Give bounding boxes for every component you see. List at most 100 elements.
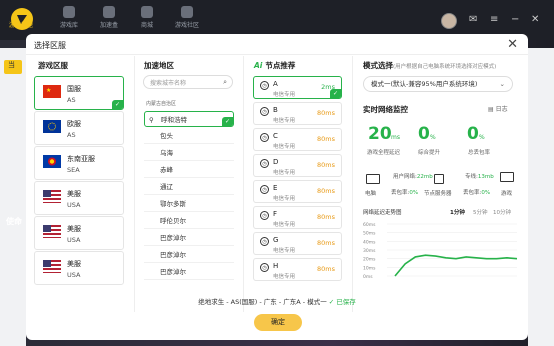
avatar[interactable] — [441, 13, 457, 29]
side-panel-left — [0, 48, 26, 346]
tab-game-library[interactable]: 游戏库 — [52, 6, 86, 29]
usa-flag-icon — [43, 260, 61, 273]
server-code: AS — [67, 131, 76, 139]
region-item[interactable]: 通辽 — [144, 179, 234, 195]
server-code: SEA — [67, 166, 80, 174]
y-tick-label: 20ms — [363, 257, 376, 263]
province-caption: 内蒙古自治区 — [146, 101, 177, 107]
node-badge-icon: ◷ — [260, 159, 269, 168]
menu-icon[interactable]: ≡ — [490, 14, 498, 25]
node-latency: 80ms — [317, 135, 335, 143]
server-item-cn[interactable]: ★ 国服 AS ✓ — [34, 76, 124, 110]
china-flag-icon: ★ — [43, 85, 61, 98]
usa-flag-icon — [43, 190, 61, 203]
server-icon — [434, 174, 444, 184]
node-sub: 电信专用 — [273, 222, 296, 228]
game-title-partial: 使命 — [6, 217, 22, 226]
node-letter: E — [273, 184, 278, 192]
server-item-us[interactable]: 美服 USA — [34, 251, 124, 285]
loss-label: 丢包率: — [463, 190, 482, 196]
tab-game-boost[interactable]: 游戏加速 — [4, 6, 38, 29]
region-item[interactable]: ⚲ 呼和浩特 ✓ — [144, 111, 234, 127]
user-network: 用户网络:22mb — [393, 172, 433, 180]
node-letter: H — [273, 262, 279, 270]
gamepad-icon — [63, 6, 75, 18]
node-item[interactable]: ◷ C 电信专用 80ms — [253, 128, 342, 151]
node-item[interactable]: ◷ F 电信专用 80ms — [253, 206, 342, 229]
region-name: 呼和浩特 — [161, 116, 187, 124]
server-name: 东南亚服 — [67, 155, 95, 163]
node-item[interactable]: ◷ E 电信专用 80ms — [253, 180, 342, 203]
check-icon: ✓ — [112, 100, 123, 109]
game-label: 游戏 — [501, 191, 513, 197]
region-item[interactable]: 赤峰 — [144, 162, 234, 178]
region-search-input[interactable]: 搜索城市名称 ⌕ — [143, 75, 233, 89]
node-item[interactable]: ◷ G 电信专用 80ms — [253, 232, 342, 255]
dialog-title: 选择区服 — [34, 41, 66, 50]
mode-select[interactable]: 模式一(默认-兼容95%用户系统环境) ⌄ — [363, 76, 513, 92]
server-item-sea[interactable]: 东南亚服 SEA — [34, 146, 124, 180]
server-code: USA — [67, 236, 81, 244]
column-divider — [134, 56, 135, 312]
node-letter: A — [273, 80, 278, 88]
range-tab[interactable]: 5分钟 — [473, 208, 488, 216]
node-sub: 电信专用 — [273, 170, 296, 176]
region-item[interactable]: 鄂尔多斯 — [144, 196, 234, 212]
column-divider — [352, 56, 353, 312]
node-item[interactable]: ◷ B 电信专用 80ms — [253, 102, 342, 125]
close-icon[interactable]: ✕ — [507, 37, 518, 52]
chart-title: 网络延迟走势图 — [363, 210, 402, 216]
region-name: 巴彦淖尔 — [160, 268, 186, 276]
range-tab[interactable]: 10分钟 — [493, 208, 511, 216]
quick-button[interactable]: 当 — [4, 60, 22, 74]
packet-loss-label: 总丢包率 — [468, 150, 491, 156]
side-panel-right — [528, 48, 554, 346]
improvement-unit: % — [430, 134, 436, 141]
region-item[interactable]: 包头 — [144, 128, 234, 144]
node-letter: F — [273, 210, 278, 218]
minimize-icon[interactable]: − — [511, 14, 519, 25]
confirm-button[interactable]: 确定 — [254, 314, 302, 331]
server-item-us[interactable]: 美服 USA — [34, 216, 124, 250]
node-latency: 80ms — [317, 161, 335, 169]
tab-shop[interactable]: 商城 — [130, 6, 164, 29]
mail-icon[interactable]: ✉ — [469, 14, 477, 25]
mode-note: (用户根据自己电脑系统环境选择对应模式) — [393, 64, 497, 70]
log-icon: ▤ — [488, 106, 494, 113]
node-sub: 电信专用 — [273, 196, 296, 202]
node-item[interactable]: ◷ H 电信专用 80ms — [253, 258, 342, 281]
node-item[interactable]: ◷ D 电信专用 80ms — [253, 154, 342, 177]
region-item[interactable]: 巴彦淖尔 — [144, 264, 234, 280]
y-tick-label: 0ms — [363, 274, 373, 280]
eu-flag-icon — [43, 120, 61, 133]
check-icon: ✓ — [222, 117, 233, 126]
node-latency: 80ms — [317, 265, 335, 273]
monitor-title: 实时网络监控 — [363, 105, 408, 114]
packet-loss-unit: % — [479, 134, 485, 141]
region-name: 鄂尔多斯 — [160, 200, 186, 208]
tab-boost-box[interactable]: 加速盒 — [92, 6, 126, 29]
server-item-us[interactable]: 美服 USA — [34, 181, 124, 215]
loss-row-2: 丢包率:0% — [463, 188, 490, 196]
node-item[interactable]: ◷ A 电信专用 2ms ✓ — [253, 76, 342, 99]
packet-loss-value: 0 — [467, 124, 479, 144]
y-tick-label: 50ms — [363, 231, 376, 237]
server-code: AS — [67, 96, 76, 104]
y-tick-label: 60ms — [363, 222, 376, 228]
quick-button-label: 当 — [8, 61, 15, 69]
tab-community[interactable]: 游戏社区 — [170, 6, 204, 29]
range-tab[interactable]: 1分钟 — [450, 208, 465, 216]
region-name: 巴彦淖尔 — [160, 251, 186, 259]
region-item[interactable]: 巴彦淖尔 — [144, 230, 234, 246]
close-app-icon[interactable]: ✕ — [531, 14, 539, 25]
tab-label: 商城 — [140, 22, 153, 29]
tab-label: 游戏加速 — [8, 22, 33, 29]
log-button[interactable]: ▤ 日志 — [488, 104, 508, 113]
region-item[interactable]: 巴彦淖尔 — [144, 247, 234, 263]
chevron-down-icon: ⌄ — [499, 80, 505, 88]
server-item-eu[interactable]: 欧服 AS — [34, 111, 124, 145]
region-item[interactable]: 呼伦贝尔 — [144, 213, 234, 229]
region-item[interactable]: 乌海 — [144, 145, 234, 161]
node-letter: C — [273, 132, 278, 140]
region-name: 巴彦淖尔 — [160, 234, 186, 242]
